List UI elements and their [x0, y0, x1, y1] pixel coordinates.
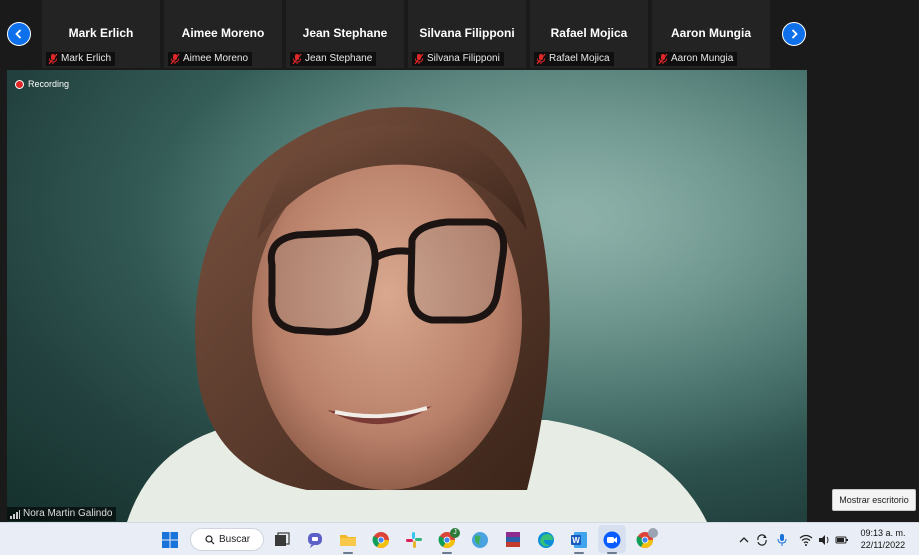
right-panel: [807, 70, 919, 522]
taskbar-search[interactable]: Buscar: [190, 528, 264, 551]
microphone-icon[interactable]: [775, 533, 789, 547]
chrome-profile-badge: J: [450, 528, 460, 538]
participant-label-text: Jean Stephane: [305, 53, 373, 64]
participant-label: Rafael Mojica: [534, 52, 614, 66]
participant-tile[interactable]: Rafael Mojica Rafael Mojica: [530, 0, 648, 68]
next-page-button[interactable]: [782, 22, 806, 46]
participant-name: Jean Stephane: [302, 26, 388, 40]
file-explorer-icon[interactable]: [338, 530, 358, 550]
participant-label: Silvana Filipponi: [412, 52, 504, 66]
word-icon[interactable]: W: [569, 530, 589, 550]
windows-start-icon[interactable]: [160, 530, 180, 550]
active-app-indicator: [574, 552, 584, 554]
chevron-right-icon: [791, 29, 798, 39]
participant-label-text: Silvana Filipponi: [427, 53, 500, 64]
participant-label: Mark Erlich: [46, 52, 116, 66]
participant-tile[interactable]: Aimee Moreno Aimee Moreno: [164, 0, 282, 68]
wifi-icon[interactable]: [799, 533, 813, 547]
participant-label: Aimee Moreno: [168, 52, 253, 66]
mic-muted-icon: [48, 53, 58, 65]
recording-dot-icon: [15, 79, 24, 89]
participant-label-text: Aimee Moreno: [183, 53, 249, 64]
search-label: Buscar: [219, 534, 251, 545]
participant-tile[interactable]: Mark Erlich Mark Erlich: [42, 0, 160, 68]
active-app-indicator: [607, 552, 617, 554]
zoom-icon[interactable]: [602, 530, 622, 550]
prev-page-button[interactable]: [7, 22, 31, 46]
svg-text:W: W: [572, 536, 580, 545]
clock-time: 09:13 a. m.: [860, 528, 906, 538]
participant-name: Aaron Mungia: [671, 26, 751, 40]
participant-name: Silvana Filipponi: [419, 26, 515, 40]
speaker-name: Nora Martin Galindo: [23, 508, 113, 519]
battery-icon[interactable]: [835, 533, 849, 547]
slack-icon[interactable]: [404, 530, 424, 550]
mic-muted-icon: [292, 53, 302, 65]
recording-indicator: Recording: [15, 79, 69, 89]
mic-muted-icon: [658, 53, 668, 65]
mic-muted-icon: [170, 53, 180, 65]
participant-label-text: Aaron Mungia: [671, 53, 734, 64]
active-app-indicator: [343, 552, 353, 554]
participant-tile[interactable]: Silvana Filipponi Silvana Filipponi: [408, 0, 526, 68]
winrar-icon[interactable]: [503, 530, 523, 550]
mic-muted-icon: [414, 53, 424, 65]
clock-date: 22/11/2022: [860, 540, 906, 550]
participant-tile[interactable]: Jean Stephane Jean Stephane: [286, 0, 404, 68]
signal-bars-icon: [10, 509, 20, 519]
participant-label-text: Rafael Mojica: [549, 53, 610, 64]
speaker-video[interactable]: Recording Nora Martin Galindo: [7, 70, 807, 522]
search-icon: [205, 534, 215, 544]
teams-chat-icon[interactable]: [305, 530, 325, 550]
participant-label: Aaron Mungia: [656, 52, 738, 66]
speaker-video-frame: [7, 70, 807, 522]
participant-label: Jean Stephane: [290, 52, 377, 66]
chevron-up-icon[interactable]: [737, 533, 751, 547]
taskbar: Buscar J W 09:13 a. m. 22/11/2022: [0, 522, 919, 555]
participant-label-text: Mark Erlich: [61, 53, 112, 64]
maps-globe-icon[interactable]: [470, 530, 490, 550]
volume-icon[interactable]: [817, 533, 831, 547]
mic-muted-icon: [536, 53, 546, 65]
chrome-icon[interactable]: [371, 530, 391, 550]
sync-icon[interactable]: [755, 533, 769, 547]
task-view-icon[interactable]: [272, 530, 292, 550]
recording-label: Recording: [28, 79, 70, 89]
speaker-name-label: Nora Martin Galindo: [7, 507, 117, 521]
participant-name: Rafael Mojica: [550, 26, 628, 40]
participant-name: Aimee Moreno: [181, 26, 265, 40]
system-clock[interactable]: 09:13 a. m. 22/11/2022: [852, 527, 914, 551]
participant-name: Mark Erlich: [68, 26, 134, 40]
show-desktop-tooltip: Mostrar escritorio: [832, 489, 916, 511]
active-app-indicator: [442, 552, 452, 554]
participant-strip: Mark Erlich Mark Erlich Aimee Moreno Aim…: [0, 0, 919, 70]
profile-avatar-icon: [648, 528, 658, 538]
chevron-left-icon: [15, 29, 22, 39]
participant-tile[interactable]: Aaron Mungia Aaron Mungia: [652, 0, 770, 68]
edge-icon[interactable]: [536, 530, 556, 550]
